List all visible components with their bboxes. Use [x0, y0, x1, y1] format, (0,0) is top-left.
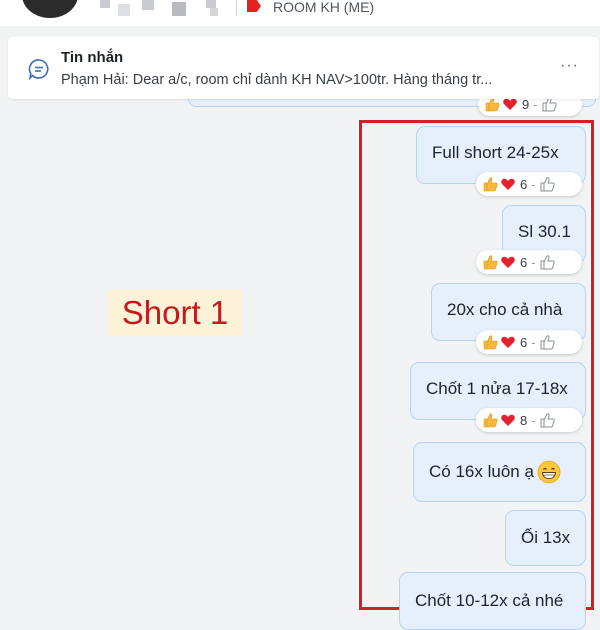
- heart-reaction-icon: [501, 414, 515, 426]
- message-bubble[interactable]: Chốt 10-12x cả nhé: [399, 572, 586, 630]
- pinned-message-text: Phạm Hải: Dear a/c, room chỉ dành KH NAV…: [61, 72, 493, 88]
- room-label-icon: [247, 0, 261, 12]
- message-text: Ối 13x: [521, 528, 571, 547]
- annotation-label: Short 1: [108, 290, 242, 336]
- reaction-count: 6: [520, 334, 528, 350]
- reaction-count: 6: [520, 254, 528, 270]
- reaction-separator: -: [531, 334, 536, 350]
- message-text: Có 16x luôn ạ: [429, 462, 534, 481]
- blurred-name: [210, 8, 218, 16]
- reaction-bar[interactable]: 8 -: [476, 408, 582, 432]
- reaction-separator: -: [531, 254, 536, 270]
- header-divider: [236, 0, 237, 16]
- message-text: Chốt 10-12x cả nhé: [415, 591, 564, 610]
- reaction-bar[interactable]: 6 -: [476, 172, 582, 196]
- thumbs-up-reaction-icon: [483, 255, 498, 270]
- thumbs-up-reaction-icon: [483, 177, 498, 192]
- blurred-name: [142, 0, 154, 10]
- pinned-message-card[interactable]: [8, 37, 599, 99]
- blurred-name: [100, 0, 110, 8]
- add-like-icon[interactable]: [539, 334, 555, 350]
- reaction-count: 8: [520, 412, 528, 428]
- more-options-icon[interactable]: ···: [560, 57, 579, 75]
- thumbs-up-reaction-icon: [483, 335, 498, 350]
- message-bubble[interactable]: Có 16x luôn ạ: [413, 442, 586, 502]
- heart-reaction-icon: [501, 178, 515, 190]
- grinning-emoji-icon: [537, 460, 561, 484]
- thumbs-up-reaction-icon: [483, 413, 498, 428]
- heart-reaction-icon: [501, 256, 515, 268]
- message-text: Sl 30.1: [518, 222, 571, 241]
- add-like-icon[interactable]: [539, 176, 555, 192]
- blurred-name: [206, 0, 216, 8]
- reaction-count: 6: [520, 176, 528, 192]
- reaction-bar[interactable]: 6 -: [476, 330, 582, 354]
- message-text: Chốt 1 nửa 17-18x: [426, 379, 568, 398]
- room-name[interactable]: ROOM KH (ME): [273, 0, 374, 14]
- reaction-separator: -: [531, 412, 536, 428]
- reaction-separator: -: [531, 176, 536, 192]
- message-text: 20x cho cả nhà: [447, 300, 563, 319]
- heart-reaction-icon: [501, 336, 515, 348]
- reaction-bar[interactable]: 6 -: [476, 250, 582, 274]
- blurred-name: [118, 4, 130, 16]
- message-bubble-icon: [28, 59, 49, 80]
- group-avatar[interactable]: [22, 0, 78, 18]
- pinned-title: Tin nhắn: [61, 49, 124, 66]
- message-bubble[interactable]: Ối 13x: [505, 510, 586, 566]
- add-like-icon[interactable]: [539, 412, 555, 428]
- add-like-icon[interactable]: [539, 254, 555, 270]
- blurred-name: [172, 2, 186, 16]
- chat-header: ROOM KH (ME): [0, 0, 600, 26]
- message-text: Full short 24-25x: [432, 143, 559, 162]
